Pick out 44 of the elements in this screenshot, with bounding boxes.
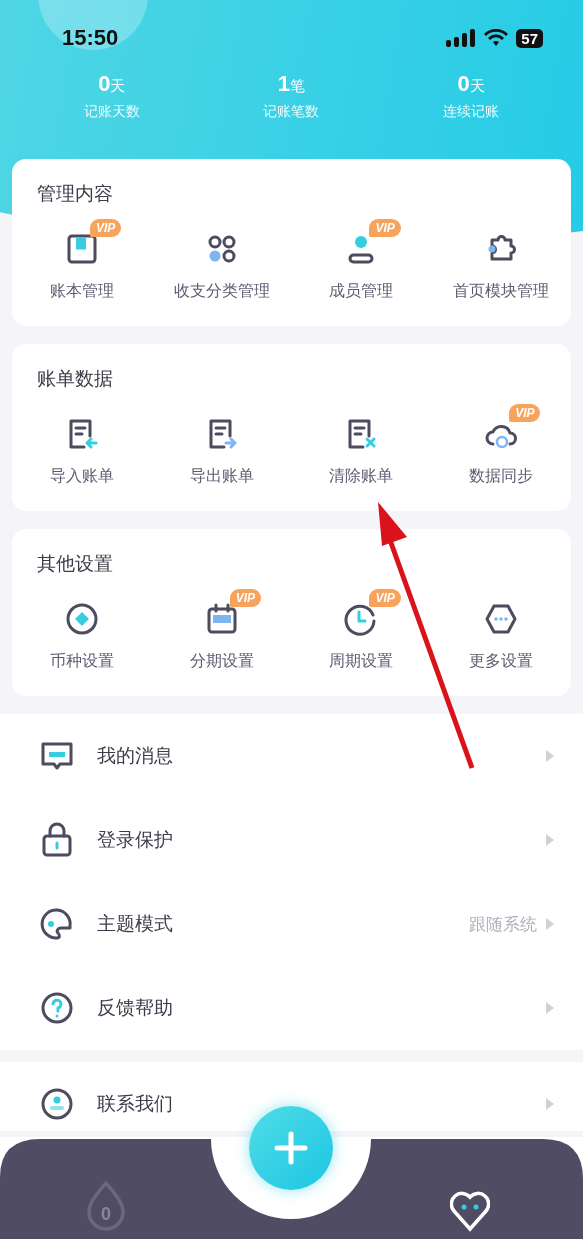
- stat-value: 1笔: [277, 71, 306, 97]
- help-icon: [39, 990, 75, 1026]
- vip-badge: VIP: [369, 589, 401, 607]
- section-title: 管理内容: [36, 181, 114, 206]
- vip-badge: VIP: [229, 589, 261, 607]
- menu-value: 跟随系统: [469, 912, 537, 936]
- chevron-icon: [545, 1001, 555, 1015]
- menu-row[interactable]: 我的消息: [0, 714, 583, 798]
- status-time: 15:50: [62, 25, 119, 51]
- stat-value: 0天: [457, 71, 485, 97]
- signal-icon: [446, 28, 477, 48]
- grid-item[interactable]: 更多设置: [469, 601, 534, 672]
- grid-item[interactable]: 币种设置: [49, 601, 114, 672]
- grid-item[interactable]: 首页模块管理: [453, 231, 550, 302]
- menu-label: 联系我们: [97, 1091, 174, 1116]
- chevron-icon: [545, 917, 555, 931]
- chevron-icon: [545, 833, 555, 847]
- menu-row[interactable]: 反馈帮助: [0, 966, 583, 1050]
- wifi-icon: [484, 29, 509, 47]
- stat-label: 记账笔数: [263, 103, 320, 121]
- menu-row[interactable]: 主题模式 跟随系统: [0, 882, 583, 966]
- chevron-icon: [545, 749, 555, 763]
- grid-item[interactable]: 导出账单: [189, 416, 254, 487]
- chevron-icon: [545, 1097, 555, 1111]
- section-title: 其他设置: [36, 551, 114, 576]
- vip-badge: VIP: [89, 219, 122, 237]
- menu-row[interactable]: 联系我们: [0, 1062, 583, 1131]
- plus-icon: [273, 1130, 309, 1166]
- menu-label: 我的消息: [97, 743, 174, 768]
- menu-label: 登录保护: [97, 827, 174, 852]
- palette-icon: [39, 906, 75, 942]
- grid-item[interactable]: 收支分类管理: [173, 231, 270, 302]
- stat-label: 记账天数: [83, 103, 140, 121]
- stat-label: 连续记账: [443, 103, 500, 121]
- grid-item[interactable]: 导入账单: [49, 416, 114, 487]
- grid-item[interactable]: 清除账单: [329, 416, 394, 487]
- menu-row[interactable]: 登录保护: [0, 798, 583, 882]
- contact-icon: [39, 1086, 75, 1122]
- section-title: 账单数据: [36, 366, 114, 391]
- stat-value: 0天: [98, 71, 126, 97]
- menu-label: 主题模式: [97, 911, 174, 936]
- vip-badge: VIP: [369, 219, 401, 237]
- menu-label: 反馈帮助: [97, 995, 174, 1020]
- vip-badge: VIP: [509, 404, 541, 422]
